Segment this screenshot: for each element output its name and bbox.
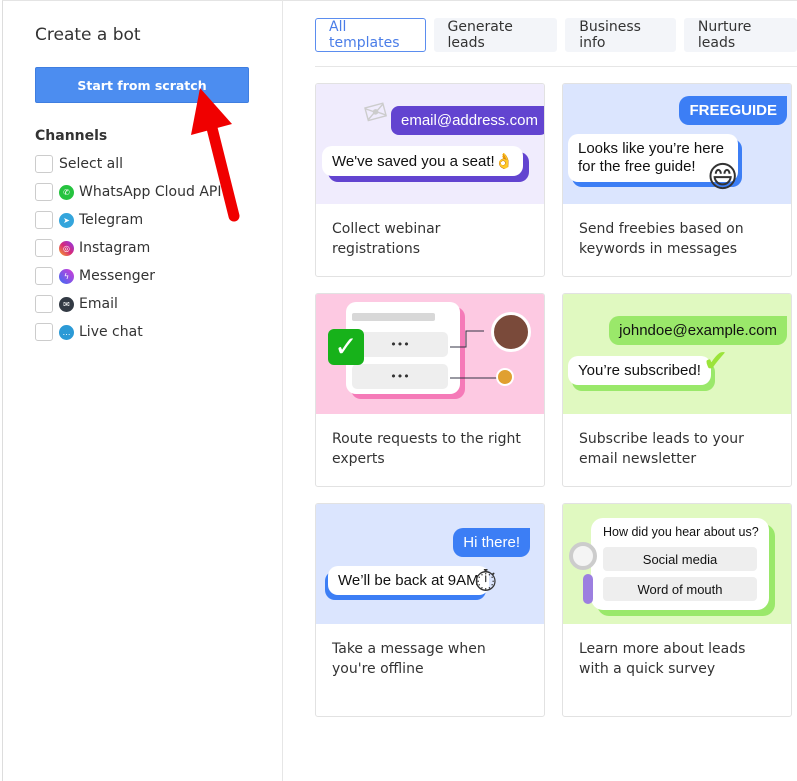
template-caption: Collect webinar registrations: [332, 221, 441, 257]
template-card-route[interactable]: ••• ••• ✓ Route requests to the right ex…: [315, 293, 545, 487]
tab-all-templates[interactable]: All templates: [315, 18, 426, 52]
tab-business-info[interactable]: Business info: [565, 18, 676, 52]
reply-bubble: You’re subscribed!: [568, 356, 711, 385]
greeting-bubble: Hi there!: [453, 528, 530, 557]
template-caption: Take a message when you're offline: [332, 641, 486, 677]
template-illustration: FREEGUIDE Looks like you’re here for the…: [563, 84, 791, 204]
grinning-emoji-icon: 😄: [707, 160, 739, 195]
magnifier-icon: [569, 542, 597, 570]
template-illustration: ••• ••• ✓: [316, 294, 544, 414]
template-card-webinar[interactable]: ✉ email@address.com We've saved you a se…: [315, 83, 545, 277]
template-caption: Send freebies based on keywords in messa…: [579, 221, 744, 257]
template-caption: Learn more about leads with a quick surv…: [579, 641, 746, 677]
template-caption: Route requests to the right experts: [332, 431, 521, 467]
template-illustration: How did you hear about us? Social media …: [563, 504, 791, 624]
survey-question: How did you hear about us?: [603, 525, 759, 539]
expert-avatar: [496, 368, 514, 386]
template-illustration: johndoe@example.com You’re subscribed! ✔: [563, 294, 791, 414]
tab-nurture-leads[interactable]: Nurture leads: [683, 18, 797, 52]
check-mascot-icon: ✔: [703, 344, 729, 379]
template-caption: Subscribe leads to your email newsletter: [579, 431, 744, 467]
tab-generate-leads[interactable]: Generate leads: [433, 18, 558, 52]
divider: [315, 66, 797, 67]
stopwatch-icon: ⏱: [474, 564, 498, 599]
reply-bubble: We've saved you a seat!👌: [322, 146, 524, 176]
template-card-offline[interactable]: Hi there! We’ll be back at 9AM ⏱ Take a …: [315, 503, 545, 717]
envelope-icon: ✉: [360, 93, 392, 132]
template-card-survey[interactable]: How did you hear about us? Social media …: [562, 503, 792, 717]
template-card-freebies[interactable]: FREEGUIDE Looks like you’re here for the…: [562, 83, 792, 277]
template-tabs: All templates Generate leads Business in…: [315, 18, 797, 52]
expert-avatar: [491, 312, 531, 352]
template-illustration: ✉ email@address.com We've saved you a se…: [316, 84, 544, 204]
template-illustration: Hi there! We’ll be back at 9AM ⏱: [316, 504, 544, 624]
magnifier-handle: [583, 574, 593, 604]
reply-bubble: We’ll be back at 9AM: [328, 566, 489, 595]
email-bubble: johndoe@example.com: [609, 316, 787, 345]
keyword-bubble: FREEGUIDE: [679, 96, 787, 125]
email-bubble: email@address.com: [391, 106, 544, 135]
survey-option: Word of mouth: [603, 577, 757, 601]
survey-option: Social media: [603, 547, 757, 571]
template-card-subscribe[interactable]: johndoe@example.com You’re subscribed! ✔…: [562, 293, 792, 487]
